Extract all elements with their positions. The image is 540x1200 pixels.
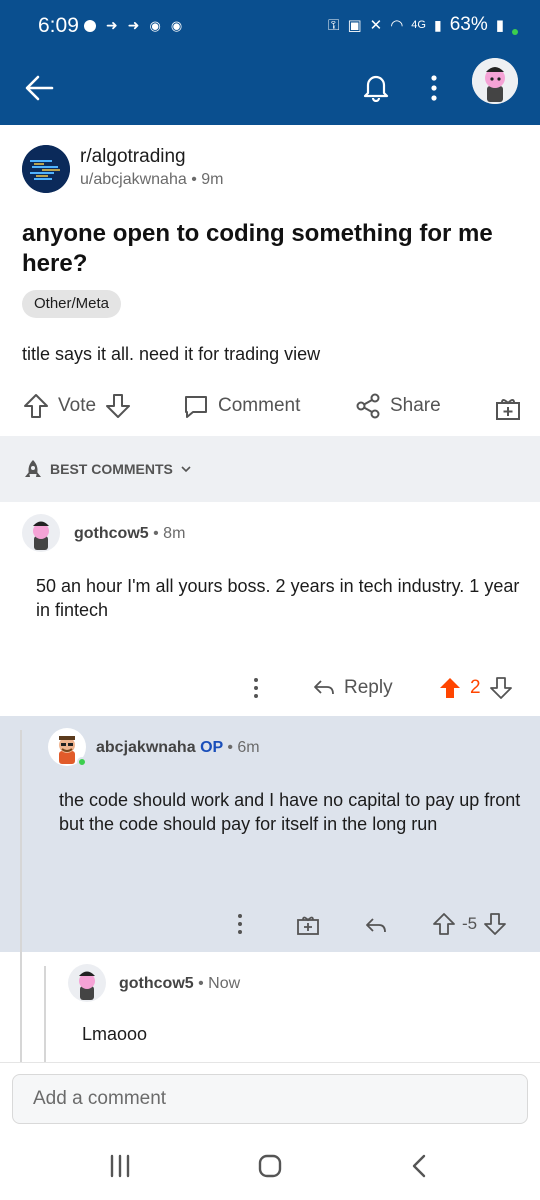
post-author[interactable]: u/abcjakwnaha (80, 171, 187, 188)
system-nav-bar (0, 1132, 540, 1200)
comment: gothcow5 • Now Lmaooo (0, 952, 540, 1062)
comment-label: Comment (218, 395, 301, 416)
status-time: 6:09 (38, 14, 79, 37)
avatar[interactable] (68, 964, 106, 1002)
comment-action-bar (246, 674, 266, 702)
comment-author-line: gothcow5 • 8m (74, 525, 185, 543)
meta-separator: • (191, 171, 202, 188)
notification-icons: ➜ ➜ ◉ ◉ (84, 17, 182, 34)
sort-selector[interactable]: BEST COMMENTS (22, 458, 193, 480)
comment-icon (185, 396, 207, 418)
kebab-icon[interactable] (424, 70, 444, 106)
award-icon[interactable] (296, 912, 320, 936)
comment-age: Now (208, 975, 241, 992)
meta-separator: • (153, 525, 164, 542)
notification-dot-icon (84, 19, 96, 32)
post-meta: u/abcjakwnaha • 9m (80, 171, 223, 189)
share-label: Share (390, 395, 441, 416)
downvote-icon[interactable] (489, 676, 513, 700)
battery-text: 63% (449, 14, 488, 35)
comment-composer-bar (0, 1062, 540, 1132)
downvote-icon[interactable] (104, 392, 132, 420)
comment-score: 2 (470, 677, 481, 698)
game-icon: ◉ (170, 17, 183, 33)
chevron-down-icon (181, 466, 191, 473)
post-body: title says it all. need it for trading v… (22, 344, 321, 364)
downvote-icon[interactable] (483, 912, 507, 936)
upvote-icon[interactable] (22, 392, 50, 420)
reply-button[interactable]: Reply (312, 676, 393, 700)
signal-icon: ▮ (433, 16, 442, 33)
sort-label: BEST COMMENTS (50, 461, 173, 477)
arrow-left-icon[interactable] (22, 70, 58, 106)
privacy-dot-icon (512, 29, 518, 35)
op-badge: OP (200, 739, 223, 756)
vote-group: Vote (22, 392, 132, 420)
subreddit-icon[interactable] (22, 145, 70, 193)
meta-separator: • (227, 739, 238, 756)
upvote-icon[interactable] (432, 912, 456, 936)
comment-author[interactable]: abcjakwnaha (96, 739, 196, 756)
reply-label: Reply (344, 677, 393, 698)
comment-vote-group: -5 (432, 912, 507, 936)
avatar[interactable] (22, 514, 60, 552)
notification-icon: ➜ (127, 17, 140, 33)
kebab-icon[interactable] (230, 910, 250, 938)
kebab-icon[interactable] (246, 674, 266, 702)
wifi-icon: ◠ (390, 17, 404, 34)
comment-author[interactable]: gothcow5 (74, 525, 149, 542)
reply-icon (314, 680, 334, 695)
vote-label: Vote (58, 395, 97, 416)
comment-age: 6m (237, 739, 260, 756)
subreddit-name[interactable]: r/algotrading (80, 146, 186, 168)
home-icon[interactable] (250, 1150, 290, 1182)
post-flair[interactable]: Other/Meta (22, 290, 122, 318)
comment-body: Lmaooo (82, 1024, 148, 1044)
key-icon: ⚿ (328, 16, 340, 34)
user-avatar[interactable] (472, 58, 518, 104)
comment-author-line: abcjakwnaha OP • 6m (96, 739, 260, 757)
comment-author-line: gothcow5 • Now (119, 975, 240, 993)
system-icons: ⚿ ▣ ✕ ◠ 4G ▮ 63% ▮ (328, 14, 518, 36)
rocket-icon (25, 460, 41, 477)
thread-line[interactable] (44, 966, 46, 1062)
comment-sort-bar[interactable]: BEST COMMENTS (0, 436, 540, 502)
meta-separator: • (198, 975, 209, 992)
share-button[interactable]: Share (354, 392, 441, 420)
share-icon (356, 393, 380, 419)
comment-vote-group: 2 (438, 676, 513, 700)
comment-action-bar (230, 910, 250, 938)
comment-score: -5 (462, 914, 478, 933)
app-bar (0, 52, 540, 125)
discord-icon: ◉ (149, 17, 161, 33)
back-nav-icon[interactable] (400, 1150, 440, 1182)
post-age: 9m (201, 171, 224, 188)
reply-icon[interactable] (364, 914, 388, 938)
comment-body: 50 an hour I'm all yours boss. 2 years i… (36, 576, 520, 620)
comment-author[interactable]: gothcow5 (119, 975, 194, 992)
battery-icon: ▮ (495, 17, 504, 34)
comment: gothcow5 • 8m 50 an hour I'm all yours b… (0, 502, 540, 716)
comment-age: 8m (163, 525, 186, 542)
comment-button[interactable]: Comment (182, 392, 300, 420)
add-comment-input[interactable] (12, 1074, 528, 1124)
thread-line[interactable] (20, 730, 22, 952)
online-indicator (77, 757, 87, 767)
lock-icon: ▣ (347, 17, 362, 34)
status-bar: 6:09 ➜ ➜ ◉ ◉ ⚿ ▣ ✕ ◠ 4G ▮ 63% ▮ (0, 0, 540, 52)
post-title: anyone open to coding something for me h… (22, 220, 493, 277)
comment-op: abcjakwnaha OP • 6m the code should work… (0, 716, 540, 952)
mute-icon: ✕ (369, 17, 383, 34)
bell-icon[interactable] (360, 70, 392, 102)
network-label: 4G (411, 19, 426, 31)
post-action-bar: Vote Comment Share (0, 382, 540, 434)
recent-apps-icon[interactable] (100, 1150, 140, 1182)
comment-body: the code should work and I have no capit… (59, 790, 521, 834)
thread-line[interactable] (20, 952, 22, 1062)
notification-icon: ➜ (106, 17, 118, 33)
upvote-icon-active[interactable] (438, 676, 462, 700)
award-icon[interactable] (494, 394, 522, 422)
